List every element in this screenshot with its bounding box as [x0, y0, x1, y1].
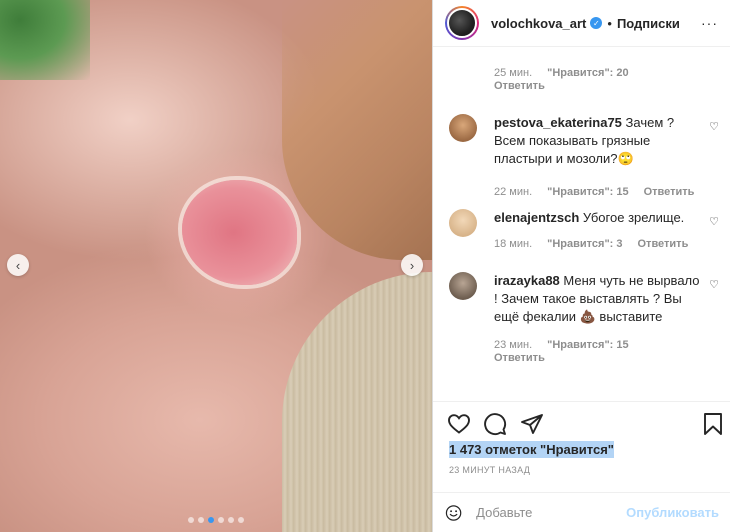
verified-badge-icon: ✓ — [590, 17, 603, 29]
add-comment-bar: Опубликовать — [433, 492, 730, 532]
header-separator: • — [607, 15, 612, 31]
chevron-right-icon: › — [409, 257, 415, 273]
comment-body: pestova_ekaterina75 Зачем ? Всем показыв… — [494, 114, 704, 168]
comment-text: Убогое зрелище. — [582, 210, 685, 225]
publish-button[interactable]: Опубликовать — [626, 505, 719, 520]
following-button[interactable]: Подписки — [617, 16, 680, 31]
comment-item: pestova_ekaterina75 Зачем ? Всем показыв… — [449, 114, 727, 198]
comment-time: 22 мин. — [494, 186, 533, 198]
comment-reply-button[interactable]: Ответить — [638, 238, 689, 250]
likes-count[interactable]: 1 473 отметок "Нравится" — [449, 441, 614, 458]
comment-likes-link[interactable]: "Нравится": 3 — [547, 238, 622, 250]
like-comment-heart-icon[interactable]: ♡ — [709, 278, 719, 291]
carousel-dot — [238, 517, 244, 523]
like-comment-heart-icon[interactable]: ♡ — [709, 120, 719, 133]
photo-fabric-area — [282, 272, 432, 532]
post-header: volochkova_art ✓ • Подписки ··· — [433, 0, 730, 47]
comment-time: 25 мин. — [494, 67, 533, 79]
carousel-dot-active — [208, 517, 214, 523]
comment-reply-button[interactable]: Ответить — [494, 352, 545, 364]
like-heart-icon[interactable] — [447, 412, 471, 436]
more-options-icon[interactable]: ··· — [701, 15, 718, 31]
commenter-username[interactable]: pestova_ekaterina75 — [494, 115, 622, 130]
post-photo[interactable]: ‹ › — [0, 0, 432, 532]
commenter-avatar[interactable] — [449, 114, 477, 142]
comment-input[interactable] — [476, 505, 627, 520]
post-timestamp: 23 МИНУТ НАЗАД — [449, 465, 531, 475]
post-side-panel: volochkova_art ✓ • Подписки ··· 25 мин. … — [432, 0, 730, 532]
carousel-indicator — [188, 517, 244, 523]
comment-item: elenajentzsch Убогое зрелище. ♡ 18 мин. … — [449, 209, 727, 250]
carousel-dot — [228, 517, 234, 523]
comment-meta: 23 мин. "Нравится": 15 — [494, 339, 727, 351]
carousel-prev-button[interactable]: ‹ — [7, 254, 29, 276]
author-avatar-image — [447, 8, 477, 38]
emoji-picker-icon[interactable] — [445, 501, 462, 525]
comment-time: 23 мин. — [494, 339, 533, 351]
author-username[interactable]: volochkova_art — [491, 16, 586, 31]
comment-meta: 22 мин. "Нравится": 15 Ответить — [494, 186, 727, 198]
comments-list[interactable]: 25 мин. "Нравится": 20 Ответить pestova_… — [433, 48, 730, 401]
carousel-dot — [218, 517, 224, 523]
comment-body: elenajentzsch Убогое зрелище. — [494, 209, 704, 227]
comment-meta-reply: Ответить — [494, 352, 727, 364]
commenter-avatar[interactable] — [449, 272, 477, 300]
share-send-icon[interactable] — [520, 412, 544, 436]
save-bookmark-icon[interactable] — [701, 412, 725, 436]
comment-reply-button[interactable]: Ответить — [494, 80, 629, 92]
carousel-next-button[interactable]: › — [401, 254, 423, 276]
commenter-username[interactable]: irazayka88 — [494, 273, 560, 288]
comment-likes-link[interactable]: "Нравится": 20 — [547, 67, 628, 79]
photo-blister — [182, 180, 297, 285]
commenter-avatar[interactable] — [449, 209, 477, 237]
author-avatar[interactable] — [445, 6, 479, 40]
comment-reply-button[interactable]: Ответить — [644, 186, 695, 198]
carousel-dot — [198, 517, 204, 523]
photo-plant-area — [0, 0, 90, 80]
like-comment-heart-icon[interactable]: ♡ — [709, 215, 719, 228]
comment-likes-link[interactable]: "Нравится": 15 — [547, 186, 628, 198]
comment-item: irazayka88 Меня чуть не вырвало ! Зачем … — [449, 272, 727, 364]
chevron-left-icon: ‹ — [15, 257, 21, 273]
comment-time: 18 мин. — [494, 238, 533, 250]
carousel-dot — [188, 517, 194, 523]
comment-bubble-icon[interactable] — [483, 412, 507, 436]
comment-meta: 18 мин. "Нравится": 3 Ответить — [494, 238, 727, 250]
photo-stocking-area — [282, 0, 432, 260]
commenter-username[interactable]: elenajentzsch — [494, 210, 579, 225]
comment-meta-partial: 25 мин. "Нравится": 20 Ответить — [494, 67, 629, 92]
comment-likes-link[interactable]: "Нравится": 15 — [547, 339, 628, 351]
comment-body: irazayka88 Меня чуть не вырвало ! Зачем … — [494, 272, 704, 326]
